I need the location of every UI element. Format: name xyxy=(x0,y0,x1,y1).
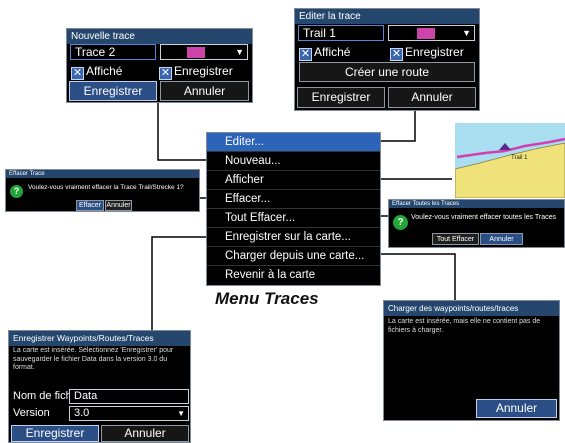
save-button[interactable]: Enregistrer xyxy=(69,81,157,101)
tracks-menu: Editer... Nouveau... Afficher Effacer...… xyxy=(206,132,381,286)
cancel-button[interactable]: Annuler xyxy=(160,81,249,101)
dialog-message: La carte est insérée, mais elle ne conti… xyxy=(388,318,541,334)
question-icon: ? xyxy=(10,181,23,199)
dialog-message: La carte est insérée. Sélectionnez 'Enre… xyxy=(13,347,174,371)
cancel-button[interactable]: Annuler xyxy=(388,87,476,108)
shown-checkbox[interactable]: ✕ Affiché xyxy=(299,43,350,61)
save-waypoints-dialog: Enregistrer Waypoints/Routes/Traces La c… xyxy=(8,330,191,443)
dialog-title: Editer la trace xyxy=(295,9,479,24)
cancel-button[interactable]: Annuler xyxy=(101,425,189,442)
menu-item-edit[interactable]: Editer... xyxy=(207,133,380,152)
color-select[interactable]: ▼ xyxy=(388,25,475,41)
erase-all-button[interactable]: Tout Effacer xyxy=(432,233,479,245)
version-value: 3.0 xyxy=(74,407,90,419)
track-name-input[interactable]: Trail 1 xyxy=(298,25,384,41)
map-preview: Trail 1 xyxy=(455,123,565,198)
color-swatch xyxy=(187,47,205,58)
chevron-down-icon: ▼ xyxy=(235,47,244,57)
load-waypoints-dialog: Charger des waypoints/routes/traces La c… xyxy=(383,300,560,421)
version-label: Version xyxy=(13,407,50,419)
cancel-button[interactable]: Annuler xyxy=(105,200,132,211)
dialog-title: Enregistrer Waypoints/Routes/Traces xyxy=(9,331,190,346)
question-icon: ? xyxy=(393,212,408,230)
filename-input[interactable]: Data xyxy=(69,389,189,404)
shown-label: Affiché xyxy=(86,64,123,78)
question-text: Voulez-vous vraiment effacer toutes les … xyxy=(411,214,556,221)
menu-item-save-to-card[interactable]: Enregistrer sur la carte... xyxy=(207,228,380,247)
cancel-button[interactable]: Annuler xyxy=(480,233,523,245)
menu-item-new[interactable]: Nouveau... xyxy=(207,152,380,171)
dialog-title: Effacer Toutes les Traces xyxy=(389,200,564,208)
shown-label: Affiché xyxy=(314,45,351,59)
menu-item-delete-all[interactable]: Tout Effacer... xyxy=(207,209,380,228)
chevron-down-icon: ▼ xyxy=(177,409,185,418)
save-button[interactable]: Enregistrer xyxy=(11,425,99,442)
cancel-button[interactable]: Annuler xyxy=(476,399,557,418)
edit-track-dialog: Editer la trace Trail 1 ▼ ✕ Affiché ✕ Enre… xyxy=(294,8,480,111)
color-swatch xyxy=(417,28,435,39)
chevron-down-icon: ▼ xyxy=(462,28,471,38)
erase-button[interactable]: Effacer xyxy=(76,200,104,211)
shown-checkbox[interactable]: ✕ Affiché xyxy=(71,62,122,80)
dialog-title: Effacer Trace xyxy=(6,170,199,178)
menu-caption: Menu Traces xyxy=(215,289,319,308)
track-name-input[interactable]: Trace 2 xyxy=(70,44,156,60)
delete-track-dialog: Effacer Trace ? Voulez-vous vraiment eff… xyxy=(5,169,200,212)
record-label: Enregistrer xyxy=(405,45,464,59)
save-button[interactable]: Enregistrer xyxy=(297,87,385,108)
delete-all-tracks-dialog: Effacer Toutes les Traces ? Voulez-vous … xyxy=(388,199,565,248)
map-track-label: Trail 1 xyxy=(511,155,528,161)
dialog-title: Nouvelle trace xyxy=(67,29,252,44)
map-preview-svg: Trail 1 xyxy=(455,123,565,198)
menu-item-show[interactable]: Afficher xyxy=(207,171,380,190)
create-route-button[interactable]: Créer une route xyxy=(299,62,475,82)
check-icon: ✕ xyxy=(71,67,84,80)
question-text: Voulez-vous vraiment effacer la Trace Tr… xyxy=(28,184,184,191)
dialog-title: Charger des waypoints/routes/traces xyxy=(384,301,559,316)
check-icon: ✕ xyxy=(159,67,172,80)
filename-label: Nom de fich xyxy=(13,390,72,402)
nouvelle-trace-dialog: Nouvelle trace Trace 2 ▼ ✕ Affiché ✕ Enreg… xyxy=(66,28,253,103)
check-icon: ✕ xyxy=(299,48,312,61)
color-select[interactable]: ▼ xyxy=(160,44,248,60)
version-select[interactable]: 3.0 ▼ xyxy=(69,406,189,421)
menu-item-return-to-map[interactable]: Revenir à la carte xyxy=(207,266,380,285)
record-checkbox[interactable]: ✕ Enregistrer xyxy=(159,62,233,80)
record-label: Enregistrer xyxy=(174,64,233,78)
menu-item-load-from-card[interactable]: Charger depuis une carte... xyxy=(207,247,380,266)
menu-item-delete[interactable]: Effacer... xyxy=(207,190,380,209)
check-icon: ✕ xyxy=(390,48,403,61)
record-checkbox[interactable]: ✕ Enregistrer xyxy=(390,43,464,61)
